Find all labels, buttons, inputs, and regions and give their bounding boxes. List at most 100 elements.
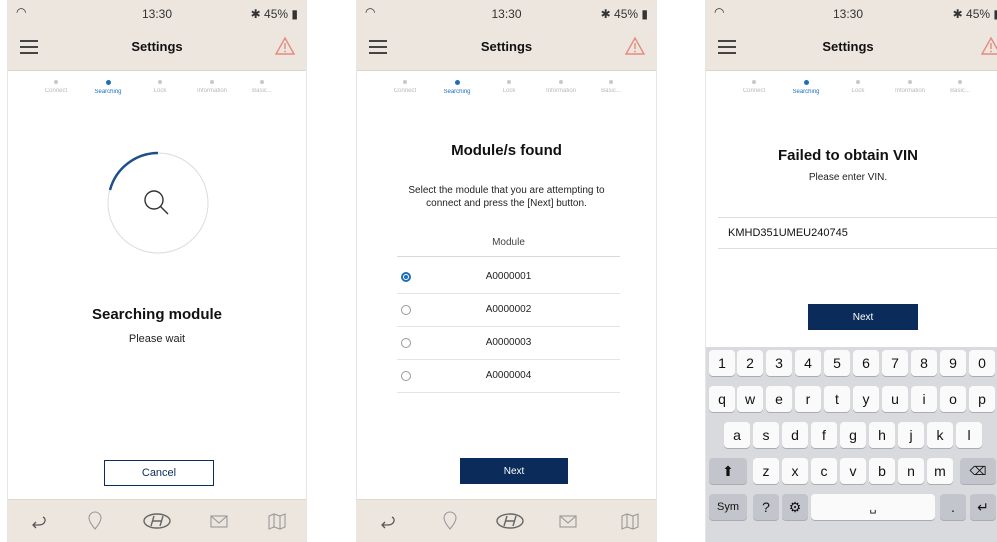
- module-row[interactable]: A0000004: [397, 360, 620, 393]
- step-lock: Lock: [484, 80, 534, 94]
- next-button[interactable]: Next: [460, 458, 568, 484]
- step-lock: Lock: [135, 80, 185, 94]
- step-basic: Basic...: [935, 80, 985, 94]
- modules-found-heading: Module/s found: [451, 142, 562, 159]
- step-connect: Connect: [31, 80, 81, 94]
- key[interactable]: w: [737, 386, 763, 412]
- back-arrow-icon[interactable]: [377, 510, 399, 532]
- step-basic: Basic...: [586, 80, 636, 94]
- key[interactable]: 3: [766, 350, 792, 376]
- backspace-icon: ⌫: [969, 464, 987, 478]
- back-arrow-icon[interactable]: [28, 510, 50, 532]
- key[interactable]: l: [956, 422, 982, 448]
- battery-status: ✱ 45% ▮: [600, 7, 648, 21]
- cancel-button[interactable]: Cancel: [104, 460, 214, 486]
- keyboard-row-bottom: Sym ? ⚙ ␣ . ↵: [706, 494, 997, 520]
- key[interactable]: s: [753, 422, 779, 448]
- vin-input[interactable]: KMHD351UMEU240745: [718, 217, 997, 249]
- key[interactable]: p: [969, 386, 995, 412]
- module-name: A0000004: [485, 370, 532, 381]
- map-icon[interactable]: [619, 510, 641, 532]
- key[interactable]: t: [824, 386, 850, 412]
- key[interactable]: 2: [737, 350, 763, 376]
- battery-percent: 45%: [966, 7, 991, 21]
- key[interactable]: a: [724, 422, 750, 448]
- key[interactable]: c: [811, 458, 837, 484]
- key[interactable]: k: [927, 422, 953, 448]
- enter-key[interactable]: ↵: [970, 494, 996, 520]
- step-connect: Connect: [729, 80, 779, 94]
- step-information: Information: [536, 80, 586, 94]
- next-button[interactable]: Next: [808, 304, 918, 330]
- key[interactable]: r: [795, 386, 821, 412]
- page-title: Settings: [131, 39, 183, 54]
- battery-status: ✱ 45% ▮: [250, 7, 298, 21]
- magnifier-icon: [144, 190, 169, 215]
- key[interactable]: x: [782, 458, 808, 484]
- key[interactable]: b: [869, 458, 895, 484]
- keyboard-row-zxcv: ⬆ z x c v b n m ⌫: [706, 458, 997, 484]
- period-key[interactable]: .: [940, 494, 966, 520]
- key[interactable]: j: [898, 422, 924, 448]
- step-searching: Searching: [781, 80, 831, 95]
- keyboard-row-qwerty: q w e r t y u i o p: [706, 386, 997, 412]
- key[interactable]: 6: [853, 350, 879, 376]
- step-connect: Connect: [380, 80, 430, 94]
- key[interactable]: i: [911, 386, 937, 412]
- key[interactable]: 8: [911, 350, 937, 376]
- key[interactable]: g: [840, 422, 866, 448]
- backspace-key[interactable]: ⌫: [960, 458, 996, 484]
- top-app-bar: Settings: [706, 26, 997, 71]
- key[interactable]: 1: [709, 350, 735, 376]
- location-pin-icon[interactable]: [84, 510, 106, 532]
- key[interactable]: 5: [824, 350, 850, 376]
- key[interactable]: e: [766, 386, 792, 412]
- key[interactable]: z: [753, 458, 779, 484]
- battery-status: ✱ 45% ▮: [952, 7, 997, 21]
- key[interactable]: y: [853, 386, 879, 412]
- warning-icon[interactable]: [274, 36, 296, 56]
- hyundai-logo-icon[interactable]: [142, 510, 172, 532]
- top-app-bar: Settings: [357, 26, 656, 71]
- bottom-nav-bar: [8, 499, 306, 542]
- map-icon[interactable]: [266, 510, 288, 532]
- key[interactable]: o: [940, 386, 966, 412]
- failed-vin-heading: Failed to obtain VIN: [777, 147, 918, 164]
- step-searching: Searching: [432, 80, 482, 95]
- key[interactable]: 4: [795, 350, 821, 376]
- step-information: Information: [885, 80, 935, 94]
- hyundai-logo-icon[interactable]: [495, 510, 525, 532]
- key[interactable]: q: [709, 386, 735, 412]
- key[interactable]: v: [840, 458, 866, 484]
- key[interactable]: 9: [940, 350, 966, 376]
- key[interactable]: n: [898, 458, 924, 484]
- warning-icon[interactable]: [624, 36, 646, 56]
- step-lock: Lock: [833, 80, 883, 94]
- keyboard-row-numbers: 1 2 3 4 5 6 7 8 9 0: [706, 350, 997, 376]
- location-pin-icon[interactable]: [439, 510, 461, 532]
- on-screen-keyboard: 1 2 3 4 5 6 7 8 9 0 q w e r t y u i o p …: [706, 347, 997, 542]
- search-spinner: [107, 151, 209, 254]
- key[interactable]: 7: [882, 350, 908, 376]
- space-key[interactable]: ␣: [811, 494, 935, 520]
- module-column-header: Module: [397, 237, 620, 257]
- phone-screen-searching: ◠ 13:30 ✱ 45% ▮ Settings Connect Searchi…: [7, 0, 307, 542]
- module-row[interactable]: A0000003: [397, 327, 620, 360]
- enter-vin-text: Please enter VIN.: [808, 172, 888, 183]
- warning-icon[interactable]: [980, 36, 997, 56]
- key[interactable]: d: [782, 422, 808, 448]
- key[interactable]: 0: [969, 350, 995, 376]
- settings-key[interactable]: ⚙: [782, 494, 808, 520]
- module-row[interactable]: A0000002: [397, 294, 620, 327]
- sym-key[interactable]: Sym: [709, 494, 747, 520]
- key[interactable]: f: [811, 422, 837, 448]
- key[interactable]: m: [927, 458, 953, 484]
- key[interactable]: h: [869, 422, 895, 448]
- mail-icon[interactable]: [208, 510, 230, 532]
- mail-icon[interactable]: [557, 510, 579, 532]
- key[interactable]: u: [882, 386, 908, 412]
- module-name: A0000001: [485, 271, 532, 282]
- shift-key[interactable]: ⬆: [709, 458, 747, 484]
- question-key[interactable]: ?: [753, 494, 779, 520]
- module-row[interactable]: A0000001: [397, 261, 620, 294]
